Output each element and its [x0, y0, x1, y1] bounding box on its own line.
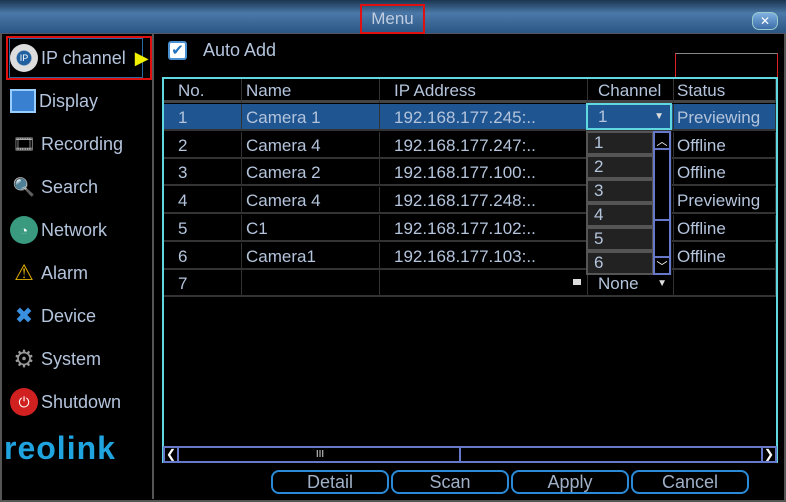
device-icon: ✖	[14, 303, 34, 328]
scroll-up-icon[interactable]: ︿	[655, 133, 669, 150]
table-row[interactable]: 6 Camera1 192.168.177.103:.. Offline	[164, 242, 776, 270]
sidebar-item-alarm[interactable]: ⚠ Alarm	[10, 256, 150, 290]
sidebar-item-label: Display	[39, 90, 99, 111]
sidebar-item-label: Search	[41, 176, 99, 197]
sidebar-divider	[152, 34, 154, 499]
table-row[interactable]: 3 Camera 2 192.168.177.100:.. Offline	[164, 159, 776, 187]
scroll-thumb[interactable]: III	[181, 448, 461, 461]
cell-status: Offline	[674, 214, 776, 242]
detail-button[interactable]: Detail	[271, 470, 389, 494]
display-icon	[10, 89, 36, 113]
shutdown-icon: ⏻	[10, 388, 38, 416]
cell-no: 1	[164, 104, 242, 131]
dropdown-option[interactable]: 1	[586, 131, 654, 155]
ip-camera-icon: IP	[10, 44, 38, 72]
cancel-button[interactable]: Cancel	[631, 470, 749, 494]
table-row[interactable]: 1Camera 1192.168.177.245:..1Previewing	[164, 104, 776, 131]
caret-down-icon: ▼	[654, 111, 664, 122]
cell-status: Previewing	[674, 104, 776, 131]
sidebar-item-search[interactable]: 🔍 Search	[10, 170, 150, 204]
dropdown-option[interactable]: 4	[586, 203, 654, 227]
cell-name: Camera 2	[242, 159, 380, 187]
channel-select-value: 1	[598, 107, 608, 126]
window-title: Menu	[360, 4, 425, 34]
header-status[interactable]: Status	[674, 79, 776, 103]
cell-name: Camera1	[242, 242, 380, 270]
dropdown-scrollbar[interactable]: ︿ ﹀	[653, 131, 671, 275]
cell-name: Camera 4	[242, 131, 380, 159]
text-cursor-marker	[573, 279, 581, 286]
recording-icon: 🎞	[12, 133, 36, 154]
table-row[interactable]: 4 Camera 4 192.168.177.248:.. Previewing	[164, 187, 776, 215]
cell-status: Offline	[674, 242, 776, 270]
scroll-left-icon[interactable]: ❮	[165, 448, 179, 461]
cell-no: 3	[164, 159, 242, 187]
sidebar-item-network[interactable]: ◔ Network	[10, 213, 150, 247]
cell-name	[242, 270, 380, 298]
search-icon: 🔍	[12, 176, 36, 197]
sidebar-item-ip-channel[interactable]: IP IP channel ▶	[10, 41, 150, 75]
sidebar-item-system[interactable]: ⚙ System	[10, 342, 150, 376]
cell-no: 2	[164, 131, 242, 159]
cell-status	[674, 270, 776, 298]
sidebar-item-label: Network	[41, 219, 108, 240]
apply-button[interactable]: Apply	[511, 470, 629, 494]
header-channel[interactable]: Channel	[588, 79, 674, 103]
sidebar-item-label: Shutdown	[41, 391, 122, 412]
cell-ip: 192.168.177.248:..	[380, 187, 588, 215]
header-ip[interactable]: IP Address	[380, 79, 588, 103]
table-row[interactable]: 5 C1 192.168.177.102:.. Offline	[164, 214, 776, 242]
cell-name: C1	[242, 214, 380, 242]
sidebar-item-label: System	[41, 348, 102, 369]
cell-no: 6	[164, 242, 242, 270]
sidebar-item-label: IP channel	[41, 47, 126, 68]
sidebar-item-label: Device	[41, 305, 97, 326]
sidebar-item-label: Alarm	[41, 262, 89, 283]
cell-no: 7	[164, 270, 242, 298]
close-icon[interactable]: ✕	[752, 12, 778, 30]
network-icon: ◔	[10, 216, 38, 244]
dropdown-option[interactable]: 3	[586, 179, 654, 203]
cell-ip: 192.168.177.100:..	[380, 159, 588, 187]
scan-button[interactable]: Scan	[391, 470, 509, 494]
checkbox-checked-icon[interactable]: ✔	[168, 41, 187, 60]
cell-ip: 192.168.177.247:..	[380, 131, 588, 159]
sidebar-item-shutdown[interactable]: ⏻ Shutdown	[10, 385, 150, 419]
horizontal-scrollbar[interactable]: ❮ III ❯	[163, 446, 777, 463]
cell-status: Offline	[674, 159, 776, 187]
cell-no: 5	[164, 214, 242, 242]
channel-select[interactable]: 1 ▼	[586, 103, 672, 130]
cell-ip	[380, 270, 588, 298]
alarm-icon: ⚠	[14, 260, 34, 285]
scroll-thumb[interactable]	[655, 153, 669, 221]
cell-status: Previewing	[674, 187, 776, 215]
sidebar-item-recording[interactable]: 🎞 Recording	[10, 127, 150, 161]
arrow-right-icon: ▶	[134, 47, 149, 68]
auto-add-label: Auto Add	[203, 40, 277, 60]
dropdown-option[interactable]: 6	[586, 251, 654, 275]
scroll-down-icon[interactable]: ﹀	[655, 256, 669, 273]
table-row[interactable]: 7 None ▼	[164, 270, 776, 298]
cell-ip: 192.168.177.245:..	[380, 104, 588, 131]
sidebar-item-display[interactable]: Display	[10, 84, 150, 118]
auto-add-checkbox[interactable]: ✔ Auto Add	[168, 40, 276, 61]
header-name[interactable]: Name	[242, 79, 380, 103]
cell-no: 4	[164, 187, 242, 215]
sidebar-item-device[interactable]: ✖ Device	[10, 299, 150, 333]
scroll-right-icon[interactable]: ❯	[761, 448, 775, 461]
dropdown-option[interactable]: 5	[586, 227, 654, 251]
reolink-logo: reolink	[4, 430, 116, 466]
cell-status: Offline	[674, 131, 776, 159]
system-icon: ⚙	[13, 345, 35, 373]
cell-ip: 192.168.177.103:..	[380, 242, 588, 270]
ip-channel-table: No. Name IP Address Channel Status 1 Came…	[162, 77, 778, 463]
header-no[interactable]: No.	[164, 79, 242, 103]
table-row[interactable]: 2 Camera 4 192.168.177.247:.. Offline	[164, 131, 776, 159]
cell-name: Camera 4	[242, 187, 380, 215]
cell-name: Camera 1	[242, 104, 380, 131]
cell-ip: 192.168.177.102:..	[380, 214, 588, 242]
table-header: No. Name IP Address Channel Status	[164, 79, 776, 103]
sidebar-item-label: Recording	[41, 133, 124, 154]
dropdown-option[interactable]: 2	[586, 155, 654, 179]
